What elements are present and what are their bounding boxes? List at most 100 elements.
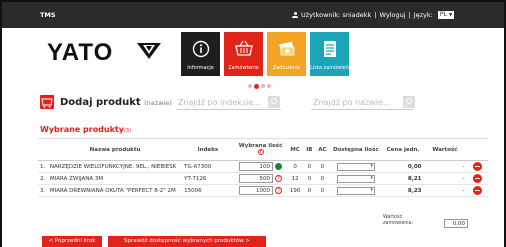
step-dot-active	[254, 83, 259, 89]
search-by-name-input[interactable]: Znajdź po nazwie...	[311, 96, 413, 110]
mc-value: 0	[287, 160, 303, 173]
info-icon	[181, 38, 220, 60]
remove-icon[interactable]	[472, 162, 482, 171]
table-header-row: Nazwa produktu Indeks Wybrana ilość? MC …	[38, 138, 488, 161]
selected-products-heading: Wybrane produkty	[40, 125, 124, 134]
col-number	[38, 138, 48, 161]
basket-icon	[224, 38, 263, 60]
search-by-index-input[interactable]: Znajdź po indeksie...	[176, 96, 281, 110]
language-label: Język:	[413, 11, 433, 19]
help-icon[interactable]: ?	[257, 149, 264, 156]
warning-icon[interactable]: ?	[275, 187, 283, 194]
check-availability-button[interactable]: Sprawdź dostępność wybranych produktów >	[108, 236, 266, 247]
nav-tile-label: Informacje	[187, 65, 214, 71]
add-product-row: Dodaj produkt (nazwie) Znajdź po indeksi…	[40, 95, 504, 115]
unit-price: 8,21	[382, 172, 424, 185]
col-value: Wartość	[423, 138, 467, 161]
document-list-icon	[310, 38, 349, 60]
action-cell	[466, 160, 488, 173]
unit-price: 8,23	[382, 184, 424, 197]
order-total-label: Wartość zamówienia:	[383, 215, 413, 227]
col-actions	[466, 138, 488, 161]
previous-step-button[interactable]: < Poprzedni krok	[42, 236, 102, 247]
search-icon[interactable]	[268, 96, 280, 108]
logo: YATO	[47, 39, 114, 66]
ac-value: 0	[315, 160, 329, 173]
separator: |	[408, 11, 411, 19]
row-number: 1.	[38, 160, 48, 173]
qty-cell: 1000?	[233, 184, 288, 197]
mc-value: 12	[287, 172, 303, 185]
user-label: Użytkownik: sniadekk	[301, 11, 372, 19]
col-price: Cena jedn.	[382, 138, 424, 161]
col-index: Indeks	[182, 138, 234, 161]
product-index: YT-7126	[182, 172, 234, 185]
ib-value: 0	[302, 160, 316, 173]
search-icon[interactable]	[403, 96, 415, 108]
products-table: Nazwa produktu Indeks Wybrana ilość? MC …	[38, 138, 488, 197]
user-icon	[292, 12, 298, 18]
product-index: TG-67300	[182, 160, 234, 173]
add-product-subtitle: (nazwie)	[144, 99, 172, 107]
nav-tile-label: Zadłużenie	[272, 65, 301, 71]
step-indicator	[248, 83, 271, 89]
nav-tile-debt[interactable]: Zadłużenie	[267, 32, 306, 76]
available-select[interactable]	[336, 174, 375, 183]
product-name: MIARA ZWIJANA 3M	[47, 172, 183, 185]
top-bar: TMS Użytkownik: sniadekk | Wyloguj | Jęz…	[2, 2, 504, 28]
nav-tile-order-list[interactable]: Lista zamówień	[310, 32, 349, 76]
row-value: -	[423, 184, 467, 197]
language-value: PL	[439, 11, 447, 18]
table-row: 2. MIARA ZWIJANA 3M YT-7126 500? 12 0 0 …	[38, 172, 488, 185]
warning-icon[interactable]: ?	[275, 175, 283, 182]
order-total-label-line2: zamówienia:	[383, 221, 414, 226]
col-name: Nazwa produktu	[47, 138, 183, 161]
col-available: Dostępna ilość	[329, 138, 383, 161]
money-icon	[267, 38, 306, 60]
ib-value: 0	[302, 172, 316, 185]
add-product-heading: Dodaj produkt	[60, 97, 141, 108]
nav-tile-info[interactable]: Informacje	[181, 32, 220, 76]
col-mc: MC	[287, 138, 303, 161]
product-index: 15006	[182, 184, 234, 197]
ib-value: 0	[302, 184, 316, 197]
table-row: 1. NARZĘDZIE WIELOFUNKCYJNE, 9EL., NIEBI…	[38, 160, 488, 173]
qty-input[interactable]: 100	[239, 162, 274, 171]
available-select[interactable]	[336, 186, 375, 195]
step-dot	[267, 84, 271, 88]
product-name: NARZĘDZIE WIELOFUNKCYJNE, 9EL., NIEBIESK	[47, 160, 183, 173]
status-ok-icon	[275, 163, 283, 170]
nav-tile-label: Lista zamówień	[310, 65, 349, 71]
app-name: TMS	[40, 11, 56, 19]
nav-tile-label: Zamówienie	[228, 65, 259, 71]
ac-value: 0	[315, 172, 329, 185]
mc-value: 190	[287, 184, 303, 197]
qty-input[interactable]: 500	[239, 174, 274, 183]
order-total-value: 0,00	[444, 219, 468, 228]
nav-tile-order[interactable]: Zamówienie	[224, 32, 263, 76]
language-select[interactable]: PL ▼	[437, 11, 455, 19]
order-total-label-line1: Wartość	[383, 215, 403, 220]
selected-products-title: Wybrane produkty(3)	[40, 125, 131, 134]
step-dot	[261, 84, 265, 88]
row-value: -	[423, 172, 467, 185]
logout-link[interactable]: Wyloguj	[380, 11, 406, 19]
remove-icon[interactable]	[472, 174, 482, 183]
row-number: 2.	[38, 172, 48, 185]
product-name: MIARA DREWNIANA OKUTA "PERFECT 8-2" 2M	[47, 184, 183, 197]
step-dot	[248, 84, 252, 88]
row-value: -	[423, 160, 467, 173]
available-cell	[329, 160, 383, 173]
remove-icon[interactable]	[472, 186, 482, 195]
available-select[interactable]	[336, 162, 375, 171]
separator: |	[374, 11, 377, 19]
yato-logo-mark	[137, 43, 161, 59]
unit-price: 0,00	[382, 160, 424, 173]
qty-cell: 500?	[233, 172, 288, 185]
col-ib: IB	[302, 138, 316, 161]
col-qty: Wybrana ilość?	[233, 138, 288, 161]
qty-input[interactable]: 1000	[239, 186, 274, 195]
selected-products-count: (3)	[123, 128, 132, 134]
action-cell	[466, 184, 488, 197]
available-cell	[329, 184, 383, 197]
